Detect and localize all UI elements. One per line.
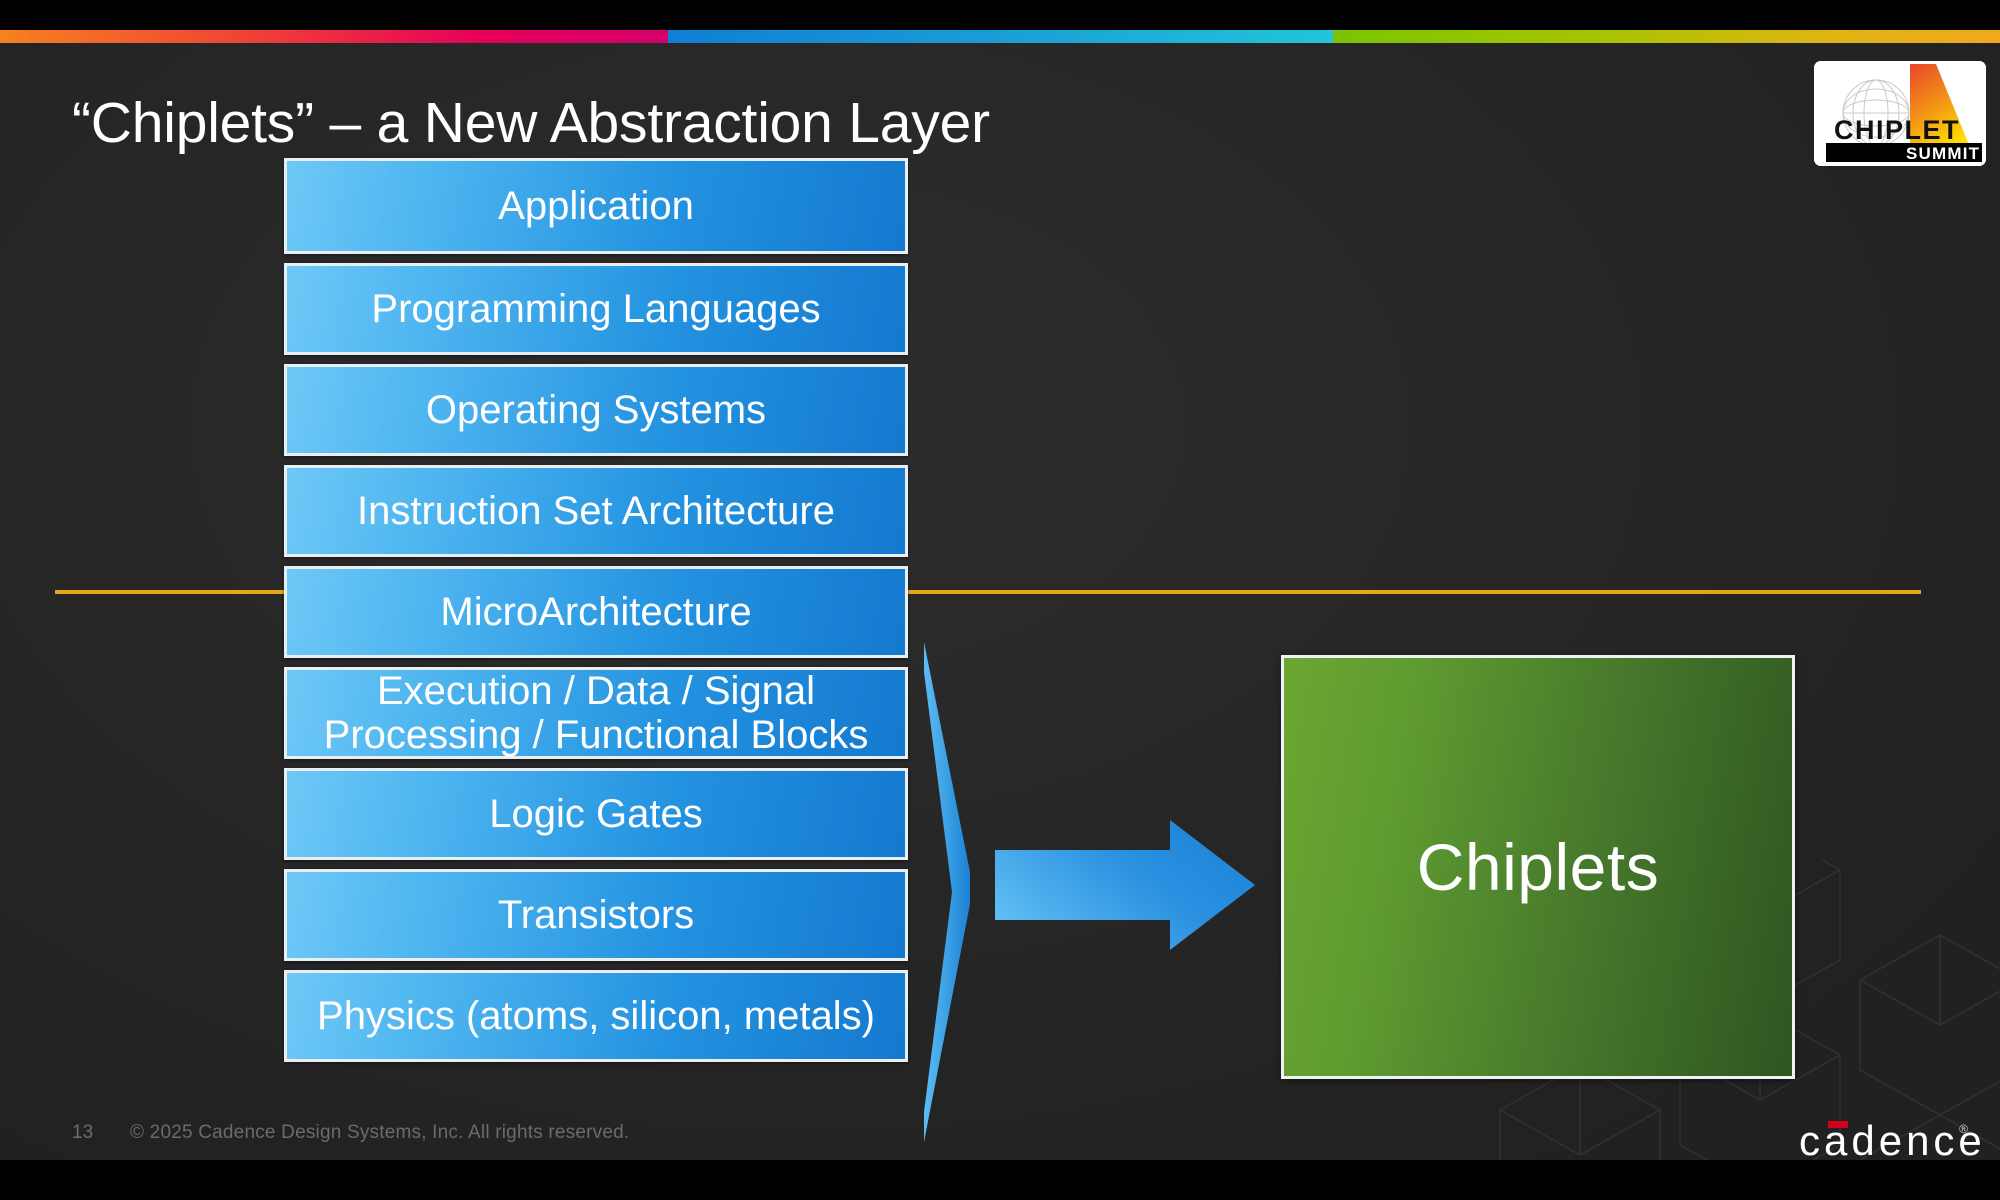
slide-canvas: “Chiplets” – a New Abstraction Layer CHI… xyxy=(0,30,2000,1160)
letterbox-bottom xyxy=(0,1160,2000,1200)
layer-label: Execution / Data / Signal Processing / F… xyxy=(323,669,869,757)
layer-label: Operating Systems xyxy=(425,388,767,432)
layer-label: Transistors xyxy=(497,893,695,937)
layer-label: Instruction Set Architecture xyxy=(356,489,835,533)
accent-bar xyxy=(0,30,2000,43)
layer-label: Physics (atoms, silicon, metals) xyxy=(317,994,875,1038)
page-title: “Chiplets” – a New Abstraction Layer xyxy=(72,91,990,155)
layer-box-application[interactable]: Application xyxy=(284,158,908,254)
chiplets-result-box[interactable]: Chiplets xyxy=(1281,655,1795,1079)
copyright-notice: © 2025 Cadence Design Systems, Inc. All … xyxy=(130,1122,630,1143)
layer-box-programming-languages[interactable]: Programming Languages xyxy=(284,263,908,355)
layer-label: Logic Gates xyxy=(489,792,703,836)
layer-box-execution-data-signal-processing[interactable]: Execution / Data / Signal Processing / F… xyxy=(284,667,908,759)
layer-label: MicroArchitecture xyxy=(440,590,752,634)
layer-box-instruction-set-architecture[interactable]: Instruction Set Architecture xyxy=(284,465,908,557)
accent-segment-orange-magenta xyxy=(0,30,668,43)
layer-label: Programming Languages xyxy=(371,287,821,331)
layer-box-physics[interactable]: Physics (atoms, silicon, metals) xyxy=(284,970,908,1062)
layer-box-logic-gates[interactable]: Logic Gates xyxy=(284,768,908,860)
svg-text:SUMMIT: SUMMIT xyxy=(1906,144,1980,163)
layer-label: Application xyxy=(498,184,694,228)
registered-trademark-icon: ® xyxy=(1959,1122,1968,1136)
abstraction-layer-stack: Application Programming Languages Operat… xyxy=(284,158,908,1071)
cadence-wordmark: cadence xyxy=(1799,1117,1986,1161)
slide-number: 13 xyxy=(72,1122,94,1143)
slide-root: “Chiplets” – a New Abstraction Layer CHI… xyxy=(0,0,2000,1200)
letterbox-top xyxy=(0,0,2000,30)
chiplets-label: Chiplets xyxy=(1416,830,1660,904)
accent-segment-green-gold xyxy=(1333,30,2000,43)
layer-box-transistors[interactable]: Transistors xyxy=(284,869,908,961)
cadence-logo: cadence ® xyxy=(1799,1117,1986,1161)
layer-box-operating-systems[interactable]: Operating Systems xyxy=(284,364,908,456)
right-arrow-icon xyxy=(995,820,1255,950)
layer-box-microarchitecture[interactable]: MicroArchitecture xyxy=(284,566,908,658)
svg-text:CHIPLET: CHIPLET xyxy=(1834,115,1960,145)
chiplet-summit-logo: CHIPLET SUMMIT xyxy=(1814,61,1986,166)
cadence-red-bar-icon xyxy=(1828,1121,1848,1128)
accent-segment-blue-cyan xyxy=(668,30,1333,43)
grouping-brace-icon xyxy=(924,642,970,1142)
